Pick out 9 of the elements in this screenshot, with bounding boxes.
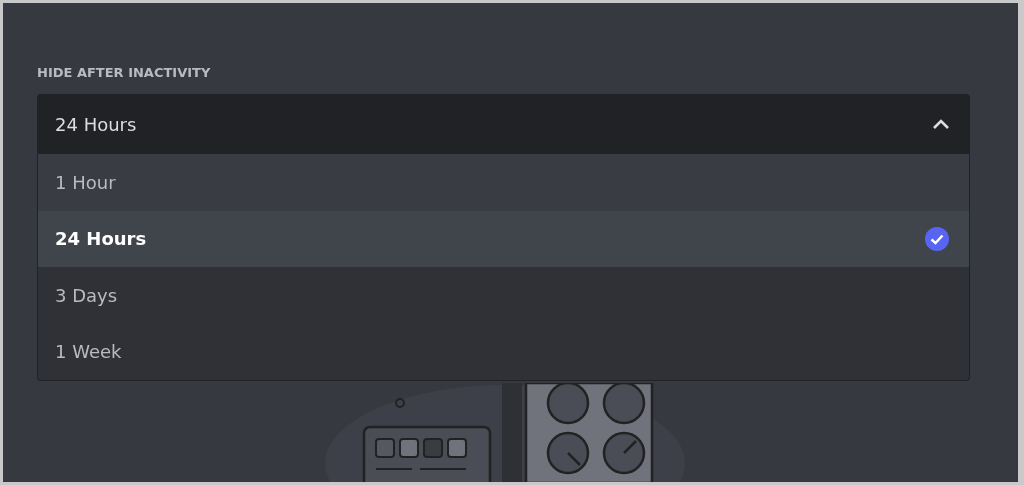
check-icon: [925, 226, 949, 251]
dropdown-option[interactable]: 3 Days: [38, 267, 969, 324]
dropdown-value: 24 Hours: [55, 113, 137, 135]
inactivity-dropdown[interactable]: 24 Hours: [37, 94, 970, 154]
dropdown-option[interactable]: 1 Week: [38, 323, 969, 380]
field-label: HIDE AFTER INACTIVITY: [37, 65, 212, 80]
dropdown-option[interactable]: 1 Hour: [38, 154, 969, 211]
dropdown-option[interactable]: 24 Hours: [38, 210, 969, 267]
caret-icon: [932, 118, 950, 130]
